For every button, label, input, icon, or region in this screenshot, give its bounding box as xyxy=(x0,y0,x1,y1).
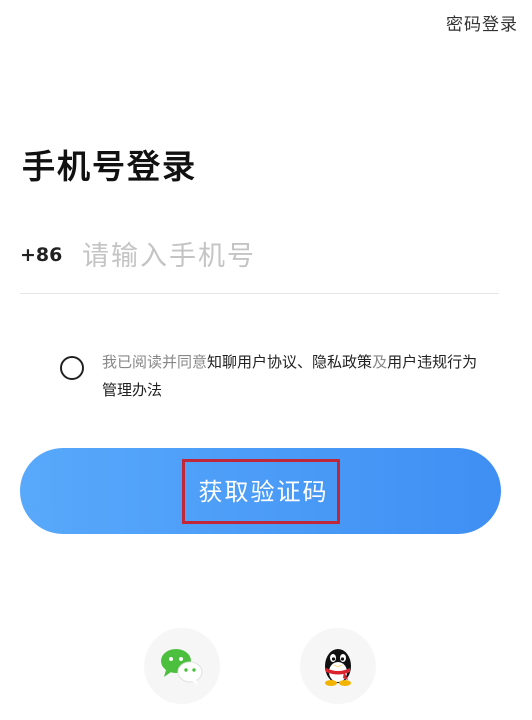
agreement-separator: 、 xyxy=(297,353,313,371)
agreement-prefix: 我已阅读并同意 xyxy=(102,353,208,371)
phone-row: +86 xyxy=(20,228,499,294)
agreement-and: 及 xyxy=(372,353,388,371)
qq-icon xyxy=(325,649,351,686)
user-agreement-link[interactable]: 知聊用户协议 xyxy=(207,353,297,371)
wechat-login-button[interactable] xyxy=(144,628,220,704)
phone-input[interactable] xyxy=(82,234,482,278)
privacy-policy-link[interactable]: 隐私政策 xyxy=(312,353,372,371)
password-login-link[interactable]: 密码登录 xyxy=(446,10,518,35)
agreement-text: 我已阅读并同意知聊用户协议、隐私政策及用户违规行为管理办法 xyxy=(102,348,492,404)
page-title: 手机号登录 xyxy=(22,147,197,186)
qq-login-button[interactable] xyxy=(300,628,376,704)
get-code-label: 获取验证码 xyxy=(181,458,340,524)
agreement-radio[interactable] xyxy=(60,356,84,380)
country-code[interactable]: +86 xyxy=(20,244,62,266)
wechat-icon xyxy=(161,649,203,685)
get-code-button[interactable]: 获取验证码 xyxy=(20,448,501,534)
